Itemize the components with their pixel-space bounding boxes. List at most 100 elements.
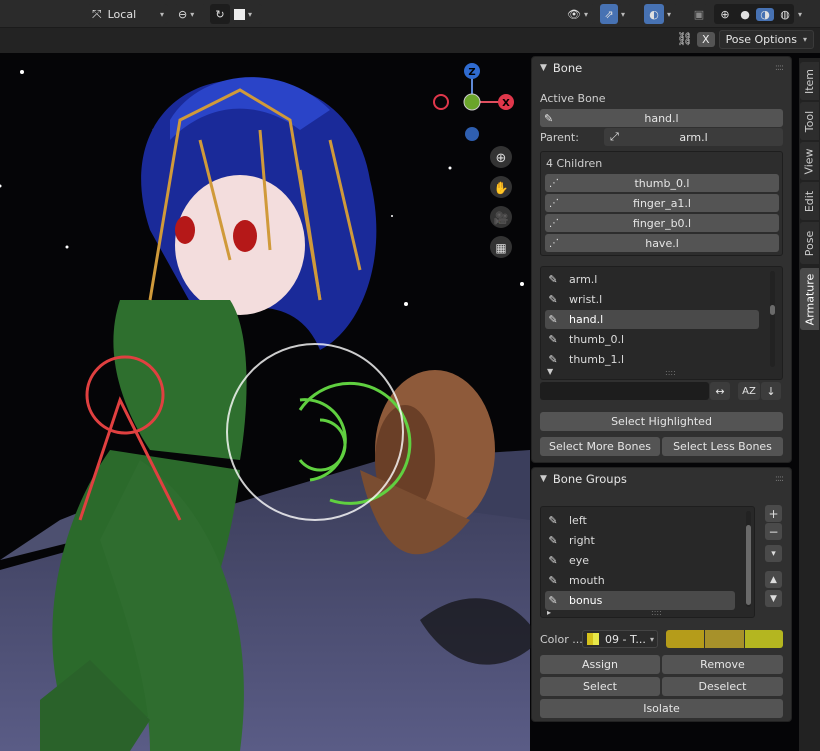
pose-mirror-icon[interactable]: ⛓ (677, 32, 694, 47)
snap-target-dropdown[interactable]: ▾ (232, 4, 262, 24)
color-set-value: 09 - T... (605, 632, 646, 646)
select-highlighted-button[interactable]: Select Highlighted (540, 412, 783, 431)
select-more-bones-button[interactable]: Select More Bones (540, 437, 660, 456)
move-up-button[interactable]: ▲ (765, 571, 782, 588)
snap-square-icon (234, 8, 245, 20)
remove-bone-group-button[interactable]: − (765, 523, 782, 540)
visibility-dropdown[interactable]: 👁 ▾ (565, 4, 595, 24)
material-shading-icon[interactable]: ◑ (756, 7, 774, 21)
wireframe-shading-icon[interactable]: ⊕ (716, 8, 734, 21)
gizmo-dropdown[interactable]: ▾ (618, 4, 632, 24)
pivot-point-dropdown[interactable]: ⊖ ▾ (174, 4, 206, 24)
navigation-gizmo[interactable]: Z X ⊕ ✋ 🎥 ▦ (430, 62, 530, 272)
scrollbar-thumb[interactable] (770, 305, 775, 315)
zoom-icon[interactable] (490, 146, 512, 168)
tab-tool[interactable]: Tool (800, 102, 819, 140)
transform-orientation-dropdown[interactable]: ⤧ Local ▾ (88, 4, 168, 24)
chevron-down-icon: ▾ (248, 9, 253, 19)
list-item-selected[interactable]: ✎ bonus (545, 591, 735, 610)
xray-toggle[interactable]: ▣ (690, 4, 708, 24)
select-button[interactable]: Select (540, 677, 660, 696)
normal-color-swatch[interactable] (666, 630, 706, 648)
gizmo-neg-x-axis[interactable] (433, 94, 449, 110)
add-bone-group-button[interactable]: + (765, 505, 782, 522)
child-bone-button[interactable]: ⋰ thumb_0.l (545, 174, 779, 192)
list-item[interactable]: ✎ thumb_1.l (545, 350, 759, 369)
bone-icon: ✎ (548, 312, 558, 326)
overlays-dropdown[interactable]: ▾ (664, 4, 678, 24)
expand-arrow-icon[interactable]: ▼ (547, 367, 553, 376)
tab-armature[interactable]: Armature (800, 268, 819, 330)
pose-options-dropdown[interactable]: Pose Options ▾ (718, 30, 814, 49)
child-bone-button[interactable]: ⋰ finger_b0.l (545, 214, 779, 232)
assign-button[interactable]: Assign (540, 655, 660, 674)
color-set-dropdown[interactable]: 09 - T... ▾ (582, 630, 658, 648)
remove-button[interactable]: Remove (662, 655, 783, 674)
list-item[interactable]: ✎ right (545, 531, 735, 550)
list-resize-grip[interactable]: :::: (651, 608, 662, 617)
gizmo-y-axis[interactable] (463, 93, 481, 111)
active-bone-label: Active Bone (540, 92, 606, 105)
expand-arrow-icon[interactable]: ▸ (547, 608, 551, 617)
active-color-swatch[interactable] (744, 630, 783, 648)
bone-list: ✎ arm.l ✎ wrist.l ✎ hand.l ✎ thumb_0.l ✎ thum… (540, 266, 783, 380)
isolate-button[interactable]: Isolate (540, 699, 783, 718)
viewport-header: ⤧ Local ▾ ⊖ ▾ ↻ ▾ 👁 ▾ ⇗ ▾ ◐ ▾ ▣ ⊕ ● ◑ ◍ ▾ (0, 0, 820, 28)
select-color-swatch[interactable] (705, 630, 745, 648)
list-item[interactable]: ✎ left (545, 511, 735, 530)
plus-icon: + (768, 506, 779, 521)
list-item-selected[interactable]: ✎ hand.l (545, 310, 759, 329)
scrollbar-thumb[interactable] (746, 525, 751, 605)
tab-pose[interactable]: Pose (800, 222, 819, 264)
children-count-label: 4 Children (546, 157, 603, 170)
bone-groups-panel-header[interactable]: ▼ Bone Groups :::: (532, 468, 791, 490)
child-bone-button[interactable]: ⋰ finger_a1.l (545, 194, 779, 212)
select-less-bones-button[interactable]: Select Less Bones (662, 437, 783, 456)
list-resize-grip[interactable]: :::: (665, 368, 676, 377)
chevron-down-icon: ▾ (649, 634, 654, 644)
specials-menu-button[interactable]: ▾ (765, 545, 782, 562)
tab-item[interactable]: Item (800, 62, 819, 100)
list-item[interactable]: ✎ wrist.l (545, 290, 759, 309)
pan-hand-icon[interactable] (490, 176, 512, 198)
shading-dropdown[interactable]: ▾ (795, 4, 809, 24)
bone-link-icon: ⤢ (610, 130, 619, 143)
overlays-icon: ◐ (649, 7, 659, 21)
list-scrollbar[interactable] (746, 511, 751, 607)
solid-shading-icon[interactable]: ● (736, 8, 754, 21)
bone-filter-input[interactable] (540, 382, 709, 400)
move-down-button[interactable]: ▼ (765, 590, 782, 607)
bone-group-icon: ✎ (548, 513, 558, 527)
list-item[interactable]: ✎ mouth (545, 571, 735, 590)
child-link-icon: ⋰ (549, 197, 559, 209)
child-bone-button[interactable]: ⋰ have.l (545, 234, 779, 252)
invert-filter-button[interactable]: ↔ (710, 382, 730, 400)
list-item[interactable]: ✎ eye (545, 551, 735, 570)
drag-grip-icon[interactable]: :::: (775, 474, 784, 484)
deselect-button[interactable]: Deselect (662, 677, 783, 696)
sort-alpha-button[interactable]: AZ (738, 382, 760, 400)
show-overlays-toggle[interactable]: ◐ (644, 4, 664, 24)
list-item[interactable]: ✎ arm.l (545, 270, 759, 289)
parent-field[interactable]: ⤢ arm.l (604, 128, 783, 146)
list-scrollbar[interactable] (770, 271, 775, 367)
rendered-shading-icon[interactable]: ◍ (776, 8, 794, 21)
tab-edit[interactable]: Edit (800, 182, 819, 220)
children-box: 4 Children ⋰ thumb_0.l ⋰ finger_a1.l ⋰ fing… (540, 151, 783, 256)
list-item[interactable]: ✎ thumb_0.l (545, 330, 759, 349)
sort-reverse-button[interactable]: ↓ (761, 382, 781, 400)
bone-panel-header[interactable]: ▼ Bone :::: (532, 57, 791, 79)
gizmo-neg-z-axis[interactable] (465, 127, 479, 141)
color-set-swatch-icon (587, 633, 599, 645)
child-link-icon: ⋰ (549, 177, 559, 189)
camera-icon[interactable] (490, 206, 512, 228)
tab-view[interactable]: View (800, 142, 819, 180)
chevron-down-icon: ▾ (159, 9, 164, 19)
drag-grip-icon[interactable]: :::: (775, 63, 784, 73)
panel-title: Bone Groups (552, 472, 627, 486)
ortho-grid-icon[interactable] (490, 236, 512, 258)
active-bone-field[interactable]: ✎ hand.l (540, 109, 783, 127)
show-gizmo-toggle[interactable]: ⇗ (600, 4, 618, 24)
snap-toggle[interactable]: ↻ (210, 4, 230, 24)
x-mirror-button[interactable]: X (697, 32, 715, 47)
